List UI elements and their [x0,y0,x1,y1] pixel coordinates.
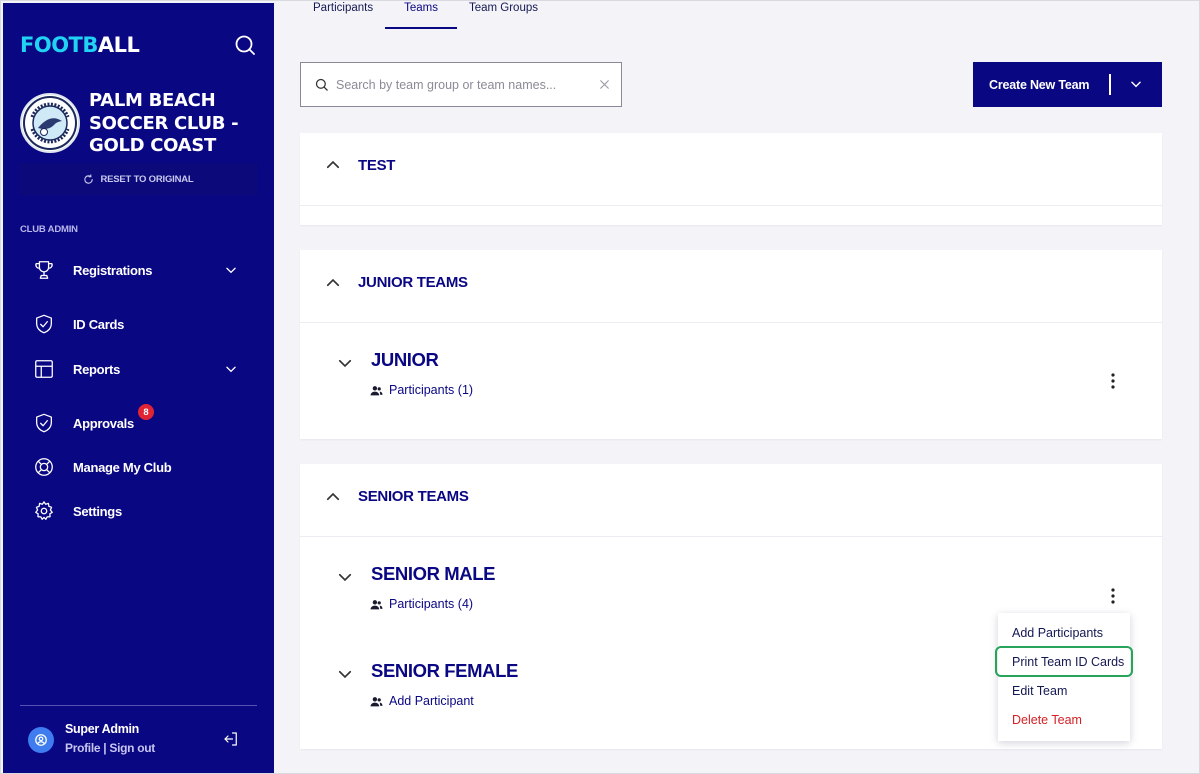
chevron-down-icon[interactable] [336,568,354,586]
profile-link[interactable]: Profile [65,741,101,755]
team-name: JUNIOR [371,349,439,370]
participants-link[interactable]: Participants (1) [370,383,473,397]
team-name: SENIOR MALE [371,563,496,584]
chevron-down-icon[interactable] [336,665,354,683]
chevron-down-icon[interactable] [224,362,238,376]
group-header[interactable]: TEST [300,133,1162,203]
sidebar-item-registrations[interactable]: Registrations [3,255,274,285]
refresh-icon [84,173,94,184]
group-divider [300,322,1162,323]
sidebar-item-reports[interactable]: Reports [3,354,274,384]
chevron-up-icon[interactable] [324,156,342,174]
approvals-count-badge: 8 [138,404,154,420]
chevron-up-icon[interactable] [324,488,342,506]
sidebar-item-label: Manage My Club [73,459,172,475]
team-name: SENIOR FEMALE [371,660,518,681]
logo-part-2: ALL [97,33,140,57]
create-new-team-button[interactable]: Create New Team [973,62,1162,107]
users-icon [370,385,383,395]
trophy-icon [35,261,53,279]
table-icon [35,360,53,378]
tab-bar: Participants Teams Team Groups [301,1,550,31]
team-more-menu-button[interactable] [1105,371,1121,391]
group-divider [300,205,1162,206]
reset-label: RESET TO ORIGINAL [100,173,194,185]
button-separator [1109,74,1111,95]
kebab-menu-icon [1111,373,1115,389]
sidebar-item-label: Reports [73,361,121,377]
user-links: Profile | Sign out [65,741,155,755]
team-more-menu-button[interactable] [1105,586,1121,606]
gear-icon [35,501,53,520]
team-group-card-junior: JUNIOR TEAMS JUNIOR Participants (1) [300,250,1162,439]
chevron-down-icon[interactable] [224,263,238,277]
kebab-menu-icon [1111,588,1115,604]
menu-item-add-participants[interactable]: Add Participants [1012,626,1103,640]
shield-check-icon [36,413,52,433]
tab-participants[interactable]: Participants [301,1,385,29]
menu-item-edit-team[interactable]: Edit Team [1012,684,1067,698]
sidebar-item-settings[interactable]: Settings [3,496,274,526]
club-crest-logo [20,93,80,153]
sidebar-item-label: Registrations [73,262,153,278]
sidebar-divider [20,705,257,706]
group-header[interactable]: JUNIOR TEAMS [300,250,1162,320]
search-icon[interactable] [233,33,257,57]
chevron-up-icon[interactable] [324,274,342,292]
user-avatar[interactable] [28,727,54,753]
participants-link-label: Participants (4) [389,597,474,611]
tab-teams[interactable]: Teams [385,1,457,29]
reset-to-original-button[interactable]: RESET TO ORIGINAL [19,163,258,195]
chevron-down-icon[interactable] [1129,77,1143,91]
participants-link-label: Participants (1) [389,383,474,397]
sidebar-item-label: Approvals [73,415,134,431]
sidebar: FOOTBALL PALM BEACH SOCCER CLUB - GOLD C… [3,3,274,773]
shield-check-icon [36,314,52,334]
search-input[interactable] [336,77,586,92]
group-title: JUNIOR TEAMS [358,274,468,291]
add-participant-link[interactable]: Add Participant [370,694,474,708]
app-logo[interactable]: FOOTBALL [20,33,140,57]
chevron-down-icon[interactable] [336,354,354,372]
sign-out-link[interactable]: Sign out [109,741,155,755]
club-name: PALM BEACH SOCCER CLUB - GOLD COAST [89,90,239,156]
users-icon [370,696,383,706]
create-button-label: Create New Team [989,77,1090,92]
users-icon [370,599,383,609]
participants-link[interactable]: Participants (4) [370,597,473,611]
user-icon [35,734,47,746]
sidebar-item-label: ID Cards [73,316,125,332]
search-icon [315,78,328,91]
sign-out-icon[interactable] [222,730,240,748]
sidebar-item-id-cards[interactable]: ID Cards [3,309,274,339]
team-context-menu: Add Participants Print Team ID Cards Edi… [995,613,1133,741]
sidebar-item-manage-my-club[interactable]: Manage My Club [3,452,274,482]
logo-part-1: FOOTB [20,33,98,57]
team-group-card-test: TEST [300,133,1162,225]
menu-item-delete-team[interactable]: Delete Team [1012,713,1082,727]
app-frame: FOOTBALL PALM BEACH SOCCER CLUB - GOLD C… [0,0,1200,774]
clear-icon[interactable] [598,78,611,91]
group-title: SENIOR TEAMS [358,488,469,505]
group-header[interactable]: SENIOR TEAMS [300,464,1162,534]
group-title: TEST [358,157,396,174]
user-name: Super Admin [65,722,140,736]
add-participant-label: Add Participant [389,694,474,708]
section-label-club-admin: CLUB ADMIN [20,224,78,235]
lifebuoy-icon [35,458,53,476]
search-box [300,62,622,107]
menu-item-print-team-id-cards[interactable]: Print Team ID Cards [1012,655,1124,669]
sidebar-item-label: Settings [73,503,122,519]
tab-team-groups[interactable]: Team Groups [457,1,550,29]
group-divider [300,536,1162,537]
link-separator: | [103,741,107,755]
